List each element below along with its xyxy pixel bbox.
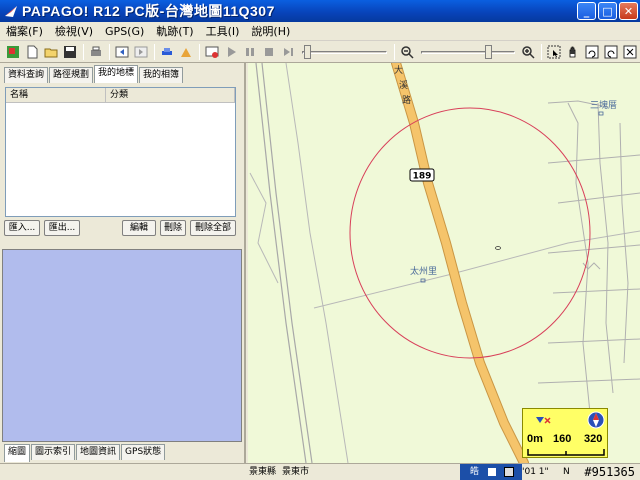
scale-compass-widget[interactable]: 0m 160 320 (522, 408, 608, 458)
window-title: PAPAGO! R12 PC版-台灣地圖11Q307 (22, 3, 275, 19)
menu-gps[interactable]: GPS(G) (99, 25, 150, 38)
scale-label-160: 160 (553, 433, 572, 445)
village-label[interactable]: 三塊厝 (590, 99, 617, 111)
rotate-reset-icon[interactable] (621, 43, 639, 61)
tab-my-album[interactable]: 我的相簿 (139, 67, 184, 83)
playback-slider[interactable] (301, 44, 388, 60)
zoom-slider[interactable] (421, 44, 516, 60)
tab-map-info[interactable]: 地圖資訊 (76, 444, 121, 460)
record-screen-icon[interactable] (203, 43, 221, 61)
maximize-button[interactable]: □ (598, 2, 617, 20)
map-view[interactable]: 189 大 溪 路 太州里 三塊厝 (248, 63, 640, 463)
menu-help[interactable]: 說明(H) (245, 23, 296, 39)
zoom-in-icon[interactable] (519, 43, 537, 61)
road-name-char: 溪 (399, 79, 408, 91)
menu-track[interactable]: 軌跡(T) (150, 23, 199, 39)
papago-app-icon (5, 6, 17, 17)
export-button[interactable]: 匯出... (44, 220, 80, 236)
toolbar-separator (108, 43, 110, 60)
import-button[interactable]: 匯入... (4, 220, 40, 236)
stop-icon[interactable] (260, 43, 278, 61)
tray-network-icon (504, 467, 514, 477)
watermark: #951365 (582, 465, 637, 479)
car-icon[interactable] (158, 43, 176, 61)
toolbar (0, 41, 640, 63)
menu-file[interactable]: 檔案(F) (0, 23, 49, 39)
rotate-right-icon[interactable] (602, 43, 620, 61)
left-panel-tabs: 資料查詢 路徑規劃 我的地標 我的相簿 (4, 65, 184, 83)
thumbnail-preview[interactable] (2, 249, 242, 442)
road-name-char: 大 (394, 64, 403, 76)
column-header-category[interactable]: 分類 (106, 88, 235, 102)
step-icon[interactable] (279, 43, 297, 61)
toolbar-separator (82, 43, 84, 60)
delete-all-button[interactable]: 刪除全部 (190, 220, 236, 236)
street-grid (537, 100, 640, 414)
zoom-out-icon[interactable] (398, 43, 416, 61)
gps-no-signal-icon (536, 417, 551, 424)
forward-icon[interactable] (132, 43, 150, 61)
status-county: 景東縣 (249, 467, 277, 477)
list-header: 名稱 分類 (6, 88, 235, 103)
tray-window-icon (488, 468, 496, 476)
title-bar[interactable]: PAPAGO! R12 PC版-台灣地圖11Q307 _ □ ✕ (0, 0, 640, 22)
compass-icon[interactable] (587, 411, 605, 429)
close-button[interactable]: ✕ (619, 2, 638, 20)
edit-button[interactable]: 編輯 (122, 220, 156, 236)
play-icon[interactable] (222, 43, 240, 61)
highway-189[interactable] (392, 63, 528, 463)
hand-pan-icon[interactable] (564, 43, 582, 61)
route-icon[interactable] (177, 43, 195, 61)
point-marker[interactable] (495, 246, 501, 250)
menu-view[interactable]: 檢視(V) (49, 23, 99, 39)
scale-bar (527, 449, 605, 456)
menu-tools[interactable]: 工具(I) (200, 23, 246, 39)
road-line (285, 63, 349, 463)
scale-label-320: 320 (584, 433, 603, 445)
back-icon[interactable] (113, 43, 131, 61)
status-icon-tray: 皓 (460, 464, 522, 480)
status-direction: N (563, 467, 570, 477)
road-line (313, 230, 640, 309)
save-icon[interactable] (61, 43, 79, 61)
minimize-button[interactable]: _ (577, 2, 596, 20)
status-coordinate: '01 1" (522, 467, 549, 477)
place-label[interactable]: 太州里 (410, 265, 437, 277)
toolbar-separator (198, 43, 200, 60)
landmark-list[interactable]: 名稱 分類 (5, 87, 236, 217)
railway-line (255, 63, 307, 463)
route-shield-number: 189 (413, 172, 432, 182)
new-file-icon[interactable] (23, 43, 41, 61)
pause-icon[interactable] (241, 43, 259, 61)
delete-button[interactable]: 刪除 (160, 220, 186, 236)
map-icon[interactable] (4, 43, 22, 61)
left-panel: 資料查詢 路徑規劃 我的地標 我的相簿 名稱 分類 匯入... 匯出... 編輯… (0, 63, 246, 463)
rotate-left-icon[interactable] (583, 43, 601, 61)
bottom-tabs: 縮圖 圖示索引 地圖資訊 GPS狀態 (4, 444, 166, 462)
village-marker-icon (598, 111, 604, 116)
railway-line (261, 63, 313, 463)
toolbar-separator (153, 43, 155, 60)
select-arrow-icon[interactable] (545, 43, 563, 61)
toolbar-separator (541, 43, 543, 60)
map-canvas[interactable]: 189 大 溪 路 太州里 三塊厝 (248, 63, 640, 463)
tab-my-landmarks[interactable]: 我的地標 (94, 65, 139, 83)
tab-route-planning[interactable]: 路徑規劃 (49, 67, 94, 83)
status-bar: 景東縣 景東市 皓 '01 1" N #951365 (0, 463, 640, 480)
tab-gps-status[interactable]: GPS狀態 (121, 444, 166, 460)
road-name-char: 路 (402, 94, 411, 106)
menu-bar: 檔案(F) 檢視(V) GPS(G) 軌跡(T) 工具(I) 說明(H) (0, 22, 640, 41)
tab-data-search[interactable]: 資料查詢 (4, 67, 49, 83)
tab-thumbnail[interactable]: 縮圖 (4, 444, 31, 462)
print-icon[interactable] (87, 43, 105, 61)
tray-label-icon: 皓 (470, 467, 480, 477)
scale-label-0: 0m (527, 433, 543, 445)
tab-icon-index[interactable]: 圖示索引 (31, 444, 76, 460)
status-city: 景東市 (282, 467, 310, 477)
toolbar-separator (394, 43, 396, 60)
open-folder-icon[interactable] (42, 43, 60, 61)
column-header-name[interactable]: 名稱 (6, 88, 106, 102)
